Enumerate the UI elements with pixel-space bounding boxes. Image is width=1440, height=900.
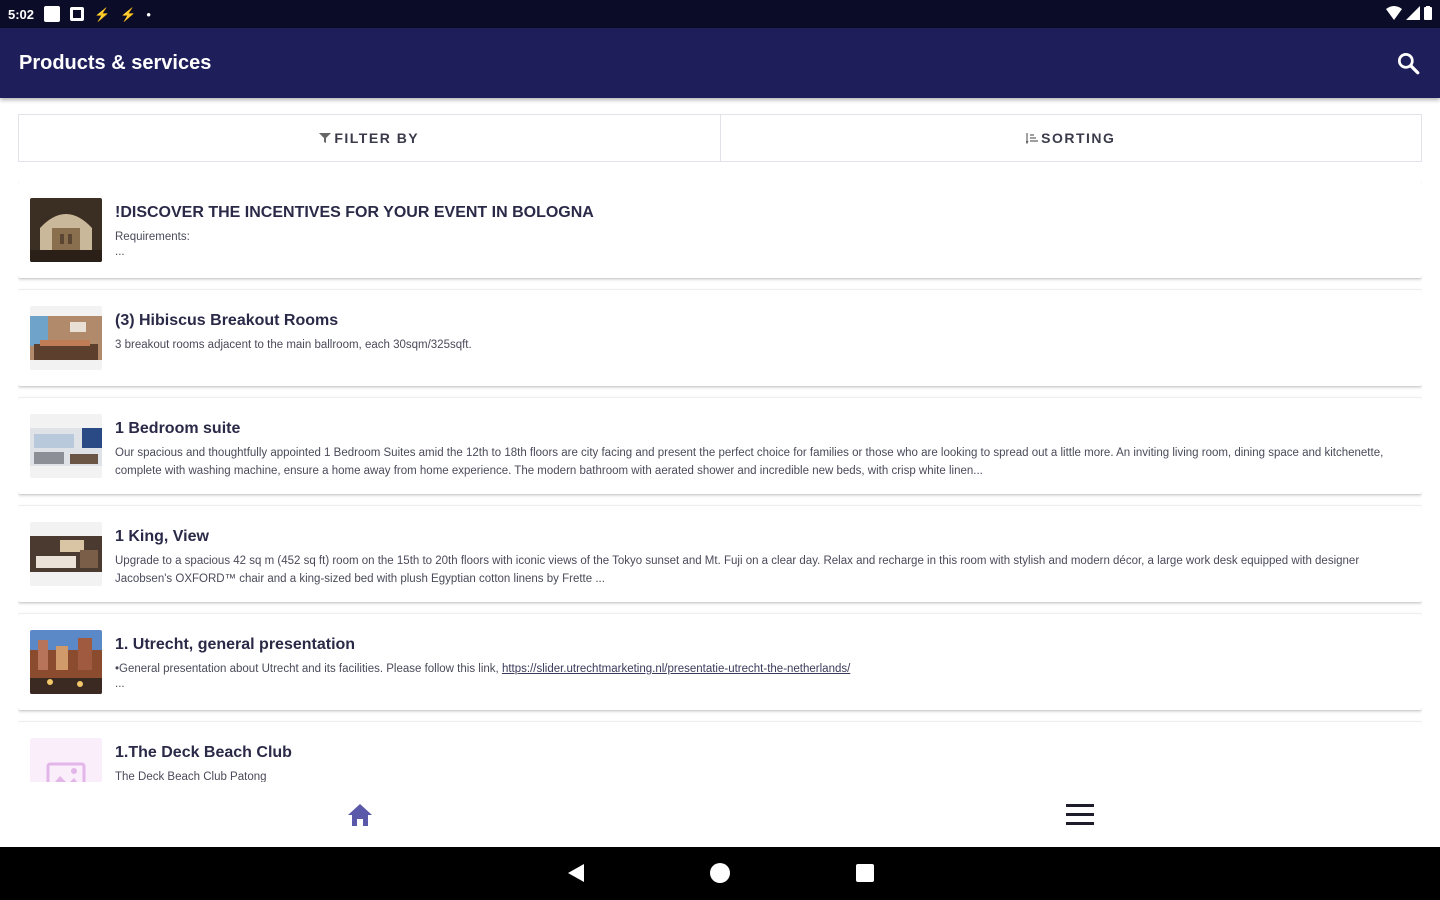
- item-description-text: •General presentation about Utrecht and …: [115, 663, 499, 675]
- list-item[interactable]: 1 King, View Upgrade to a spacious 42 sq…: [18, 506, 1422, 602]
- search-icon[interactable]: [1395, 50, 1421, 76]
- item-description: 3 breakout rooms adjacent to the main ba…: [115, 339, 472, 351]
- back-icon[interactable]: [566, 863, 586, 883]
- item-description: Requirements:: [115, 231, 190, 243]
- item-ellipsis: ...: [115, 246, 125, 258]
- battery-icon: [1424, 6, 1432, 20]
- signal-icon: [1406, 6, 1420, 20]
- item-description: •General presentation about Utrecht and …: [115, 660, 1397, 678]
- list-item[interactable]: 1 Bedroom suite Our spacious and thought…: [18, 398, 1422, 494]
- status-time: 5:02: [8, 6, 35, 22]
- page-title: Products & services: [19, 51, 212, 74]
- filter-label: FILTER BY: [334, 130, 420, 146]
- filter-icon: [319, 133, 332, 143]
- image-placeholder-icon: [46, 762, 86, 782]
- item-thumbnail: [30, 414, 102, 478]
- system-home-icon[interactable]: [710, 863, 730, 883]
- list-item[interactable]: (3) Hibiscus Breakout Rooms 3 breakout r…: [18, 290, 1422, 386]
- home-icon[interactable]: [346, 802, 374, 828]
- list-item[interactable]: 1.The Deck Beach Club The Deck Beach Clu…: [18, 722, 1422, 782]
- item-description: The Deck Beach Club Patong: [115, 771, 267, 782]
- item-thumbnail: [30, 522, 102, 586]
- item-thumbnail: [30, 306, 102, 370]
- filter-button[interactable]: FILTER BY: [19, 115, 720, 161]
- system-navigation-bar: [0, 847, 1440, 900]
- item-title: 1 Bedroom suite: [115, 420, 241, 437]
- item-thumbnail: [30, 198, 102, 262]
- menu-icon[interactable]: [1064, 800, 1096, 830]
- list-item[interactable]: 1. Utrecht, general presentation •Genera…: [18, 614, 1422, 710]
- sort-icon: [1026, 133, 1039, 144]
- item-title: !DISCOVER THE INCENTIVES FOR YOUR EVENT …: [115, 204, 594, 221]
- sorting-button[interactable]: SORTING: [719, 115, 1422, 161]
- item-title: (3) Hibiscus Breakout Rooms: [115, 312, 339, 329]
- item-ellipsis: ...: [115, 678, 125, 690]
- item-title: 1. Utrecht, general presentation: [115, 636, 356, 653]
- bottom-navigation: [0, 782, 1440, 847]
- lightning-icon: ⚡: [94, 6, 111, 22]
- product-list: !DISCOVER THE INCENTIVES FOR YOUR EVENT …: [18, 182, 1422, 782]
- notification-icon: [70, 7, 85, 21]
- recent-apps-icon[interactable]: [856, 864, 874, 882]
- presentation-link[interactable]: https://slider.utrechtmarketing.nl/prese…: [502, 663, 850, 675]
- status-bar: 5:02 ⚡ ⚡ •: [0, 0, 1440, 28]
- item-description: Upgrade to a spacious 42 sq m (452 sq ft…: [115, 555, 1360, 585]
- item-title: 1.The Deck Beach Club: [115, 744, 292, 761]
- notification-icon: [44, 6, 61, 22]
- item-title: 1 King, View: [115, 528, 209, 545]
- sorting-label: SORTING: [1041, 130, 1116, 146]
- app-bar: Products & services: [0, 28, 1440, 98]
- item-thumbnail-placeholder: [30, 738, 102, 782]
- filter-sort-bar: FILTER BY SORTING: [18, 114, 1422, 162]
- item-description: Our spacious and thoughtfully appointed …: [115, 447, 1384, 477]
- lightning-icon: ⚡: [120, 6, 137, 22]
- item-thumbnail: [30, 630, 102, 694]
- list-item[interactable]: !DISCOVER THE INCENTIVES FOR YOUR EVENT …: [18, 182, 1422, 278]
- wifi-icon: [1386, 6, 1402, 20]
- dot-icon: •: [146, 6, 151, 22]
